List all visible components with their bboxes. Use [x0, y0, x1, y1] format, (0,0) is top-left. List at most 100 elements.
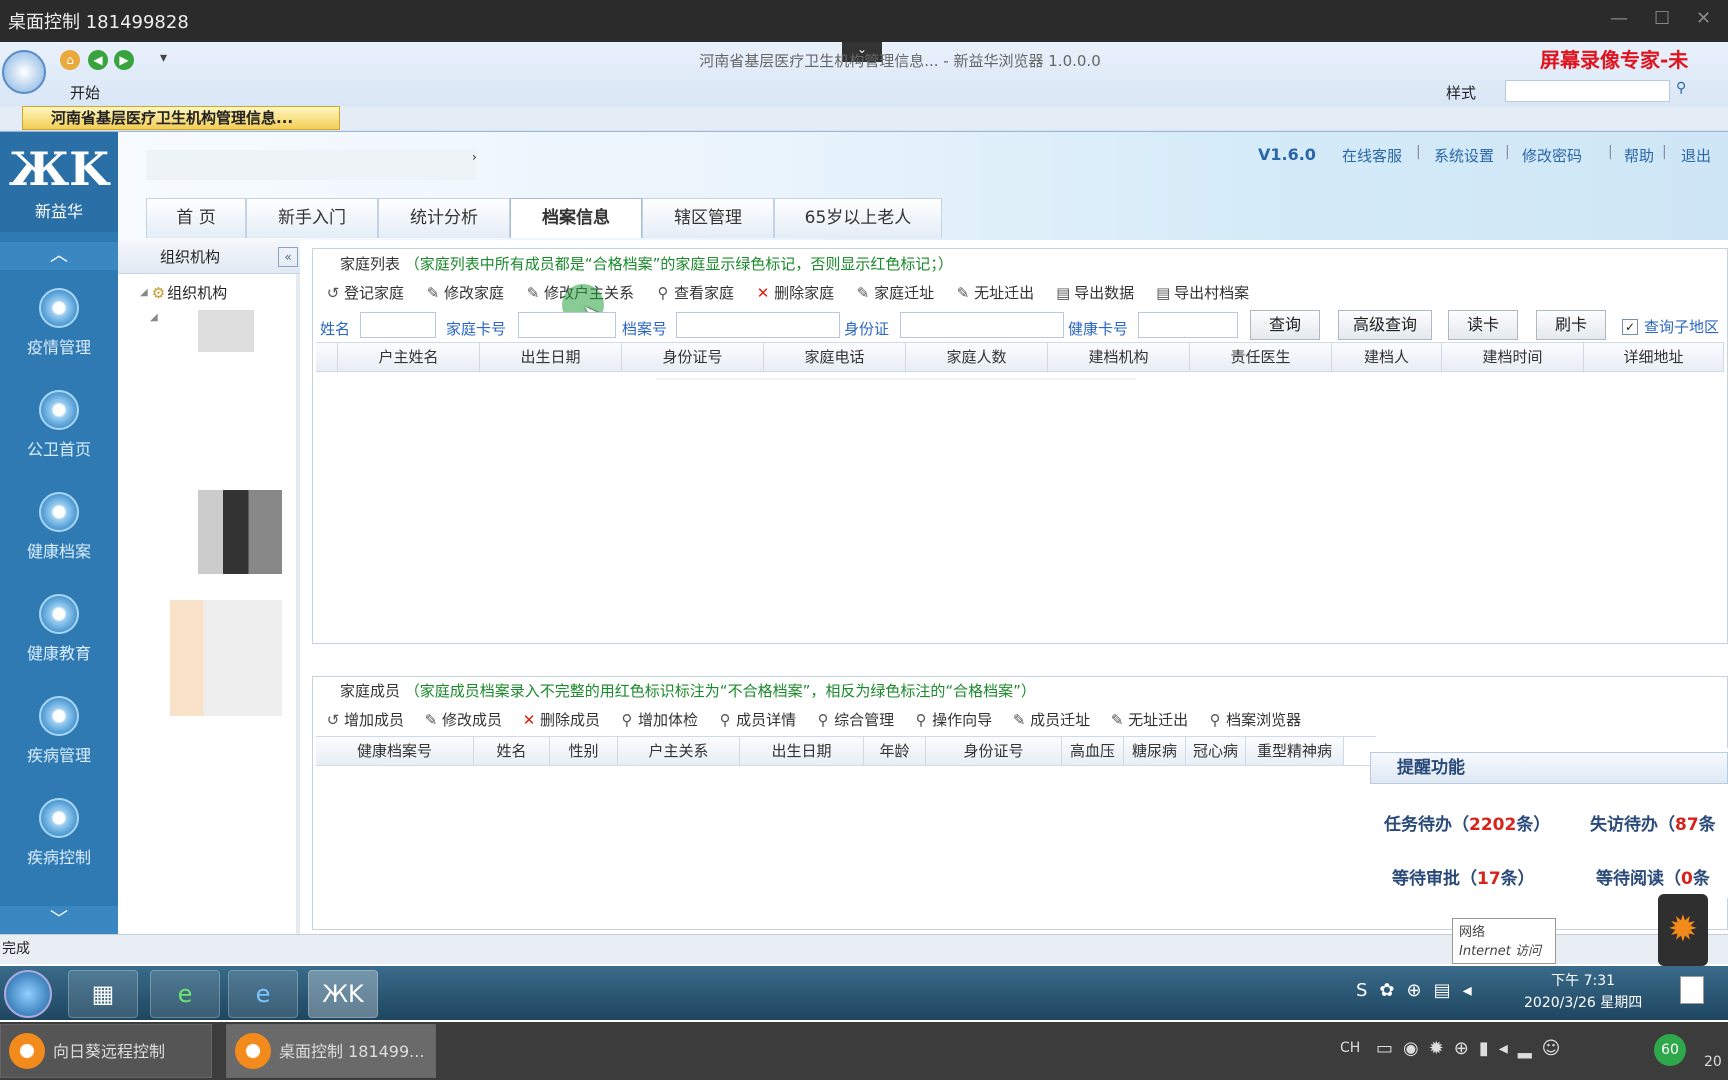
start-menu[interactable]: 开始 [70, 82, 100, 103]
col-coronary[interactable]: 冠心病 [1186, 737, 1246, 765]
member-details-button[interactable]: ⚲ 成员详情 [718, 709, 797, 730]
tab-statistics[interactable]: 统计分析 [378, 198, 510, 238]
col-name[interactable]: 姓名 [474, 737, 550, 765]
task-pending-link[interactable]: 任务待办（2202条） [1384, 810, 1550, 835]
document-tab[interactable]: 河南省基层医疗卫生机构管理信息... [22, 106, 340, 130]
move-out-no-address-button[interactable]: ✎ 无址迁出 [956, 282, 1034, 303]
delete-family-button[interactable]: ✕ 删除家庭 [756, 282, 834, 303]
add-exam-button[interactable]: ⚲ 增加体检 [620, 709, 699, 730]
sidebar-scroll-down-icon[interactable]: ﹀ [0, 906, 118, 934]
col-address[interactable]: 详细地址 [1584, 343, 1724, 371]
browser-logo-icon[interactable] [2, 50, 46, 94]
collapse-icon[interactable]: « [278, 246, 299, 267]
member-move-out-button[interactable]: ✎ 无址迁出 [1110, 709, 1188, 730]
export-data-button[interactable]: ▤ 导出数据 [1056, 282, 1134, 303]
file-explorer-icon[interactable]: ▦ [68, 970, 138, 1018]
remote-clock[interactable]: 下午 7:31 2020/3/26 星期四 [1524, 970, 1642, 1014]
col-record-org[interactable]: 建档机构 [1048, 343, 1190, 371]
edit-family-button[interactable]: ✎ 修改家庭 [426, 282, 504, 303]
register-family-button[interactable]: ↺ 登记家庭 [326, 282, 404, 303]
link-online-service[interactable]: 在线客服 [1342, 145, 1402, 166]
sidebar-item-epidemic[interactable]: 疫情管理 [0, 272, 118, 372]
col-birth-date[interactable]: 出生日期 [480, 343, 622, 371]
col-id-number[interactable]: 身份证号 [622, 343, 764, 371]
record-no-input[interactable] [676, 312, 840, 338]
taskbar-desktop-control[interactable]: 桌面控制 181499... [226, 1024, 436, 1078]
health-card-input[interactable] [1138, 312, 1238, 338]
close-icon[interactable]: ✕ [1696, 8, 1711, 29]
tab-elderly-65[interactable]: 65岁以上老人 [774, 198, 942, 238]
sidebar-item-health-records[interactable]: 健康档案 [0, 476, 118, 576]
delete-member-button[interactable]: ✕ 删除成员 [522, 709, 600, 730]
col-record-time[interactable]: 建档时间 [1442, 343, 1584, 371]
col-member-id-number[interactable]: 身份证号 [926, 737, 1062, 765]
record-browser-button[interactable]: ⚲ 档案浏览器 [1208, 709, 1302, 730]
home-icon[interactable]: ⌂ [60, 50, 80, 70]
maximize-icon[interactable]: ☐ [1654, 8, 1670, 29]
tab-home[interactable]: 首 页 [146, 198, 246, 238]
sidebar-item-health-education[interactable]: 健康教育 [0, 578, 118, 678]
link-logout[interactable]: 退出 [1681, 145, 1711, 166]
lost-followup-link[interactable]: 失访待办（87条 [1590, 810, 1716, 835]
windows-start-icon[interactable] [4, 970, 52, 1018]
col-member-birth-date[interactable]: 出生日期 [740, 737, 864, 765]
style-select[interactable] [1505, 80, 1670, 102]
col-age[interactable]: 年龄 [864, 737, 926, 765]
member-relocate-button[interactable]: ✎ 成员迁址 [1012, 709, 1090, 730]
quick-menu-icon[interactable]: ▾ [160, 50, 167, 66]
name-input[interactable] [360, 312, 436, 338]
tab-district[interactable]: 辖区管理 [642, 198, 774, 238]
style-label[interactable]: 样式 [1446, 82, 1476, 103]
sub-area-checkbox-row[interactable]: ✓ 查询子地区 [1622, 316, 1719, 337]
link-system-settings[interactable]: 系统设置 [1434, 145, 1494, 166]
id-card-input[interactable] [900, 312, 1064, 338]
sidebar-item-public-health[interactable]: 公卫首页 [0, 374, 118, 474]
sidebar-item-disease-mgmt[interactable]: 疾病管理 [0, 680, 118, 780]
xinyihua-app-icon[interactable]: ЖK [308, 970, 378, 1018]
edit-member-button[interactable]: ✎ 修改成员 [424, 709, 502, 730]
col-family-phone[interactable]: 家庭电话 [764, 343, 906, 371]
expand-icon[interactable]: ◢ [140, 287, 148, 298]
taskbar-sunflower-remote[interactable]: 向日葵远程控制 [0, 1024, 212, 1078]
minimize-icon[interactable]: — [1610, 8, 1628, 29]
badge-60[interactable]: 60 [1654, 1034, 1686, 1066]
tree-root-node[interactable]: ◢ ⚙ 组织机构 [140, 282, 227, 303]
checkbox-icon[interactable]: ✓ [1622, 318, 1638, 335]
operation-guide-button[interactable]: ⚲ 操作向导 [914, 709, 993, 730]
tab-records[interactable]: 档案信息 [510, 198, 642, 238]
internet-explorer-icon[interactable]: e [228, 970, 298, 1018]
read-card-button[interactable]: 读卡 [1448, 310, 1518, 340]
pending-approval-link[interactable]: 等待审批（17条） [1392, 864, 1535, 889]
notification-icon[interactable] [1680, 976, 1704, 1004]
advanced-query-button[interactable]: 高级查询 [1338, 310, 1432, 340]
col-severe-mental[interactable]: 重型精神病 [1246, 737, 1344, 765]
ime-indicator[interactable]: CH [1340, 1040, 1360, 1056]
search-icon[interactable]: ⚲ [1676, 80, 1686, 96]
col-householder-relation[interactable]: 户主关系 [618, 737, 740, 765]
family-card-input[interactable] [518, 312, 616, 338]
col-health-record-no[interactable]: 健康档案号 [316, 737, 474, 765]
view-family-button[interactable]: ⚲ 查看家庭 [656, 282, 735, 303]
swipe-card-button[interactable]: 刷卡 [1536, 310, 1606, 340]
forward-icon[interactable]: ▶ [114, 50, 134, 70]
browser-green-icon[interactable]: e [150, 970, 220, 1018]
col-householder-name[interactable]: 户主姓名 [338, 343, 480, 371]
col-creator[interactable]: 建档人 [1332, 343, 1442, 371]
query-button[interactable]: 查询 [1250, 310, 1320, 340]
add-member-button[interactable]: ↺ 增加成员 [326, 709, 404, 730]
back-icon[interactable]: ◀ [88, 50, 108, 70]
sidebar-scroll-up-icon[interactable]: ︿ [0, 242, 118, 270]
pending-read-link[interactable]: 等待阅读（0条 [1596, 864, 1710, 889]
sidebar-item-disease-control[interactable]: 疾病控制 [0, 782, 118, 882]
export-village-records-button[interactable]: ▤ 导出村档案 [1156, 282, 1249, 303]
local-tray-icons[interactable]: ▭◉✹⊕▮◂▂☺ [1376, 1038, 1570, 1059]
tab-beginner[interactable]: 新手入门 [246, 198, 378, 238]
col-hypertension[interactable]: 高血压 [1062, 737, 1124, 765]
tray-icons[interactable]: S✿⊕▤◂ [1356, 980, 1484, 1001]
family-relocate-button[interactable]: ✎ 家庭迁址 [856, 282, 934, 303]
col-family-size[interactable]: 家庭人数 [906, 343, 1048, 371]
col-diabetes[interactable]: 糖尿病 [1124, 737, 1186, 765]
expand-icon[interactable]: ◢ [150, 312, 158, 323]
col-doctor[interactable]: 责任医生 [1190, 343, 1332, 371]
link-help[interactable]: 帮助 [1624, 145, 1654, 166]
